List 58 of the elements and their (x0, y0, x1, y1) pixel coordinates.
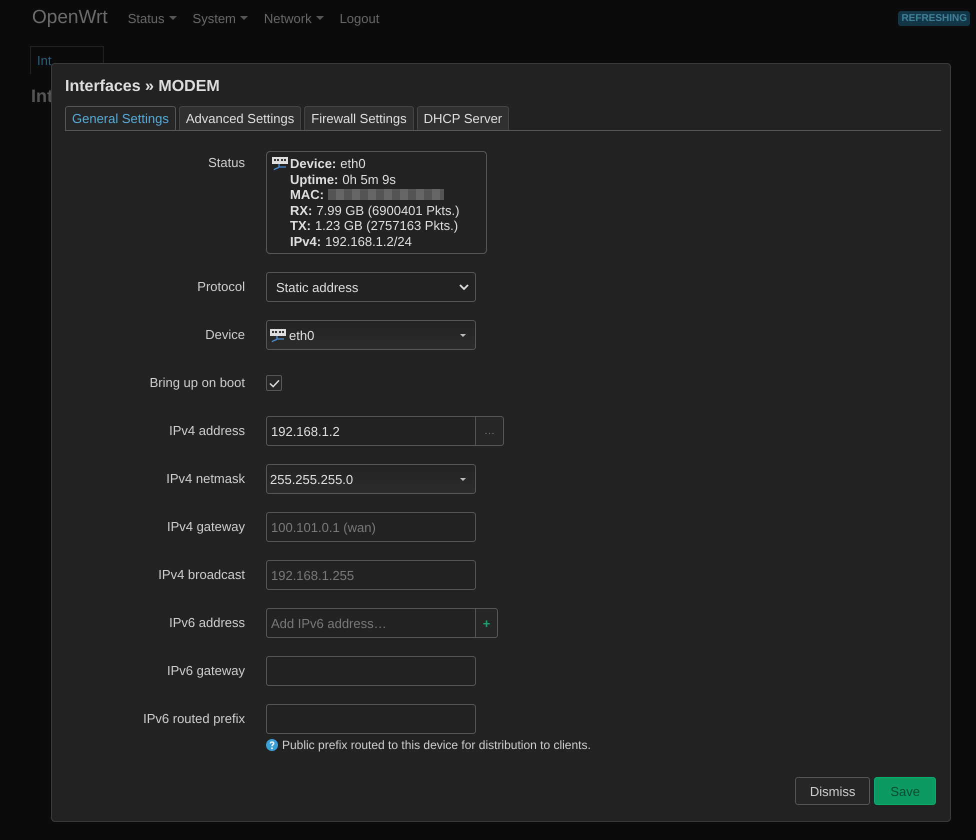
chevron-down-icon (459, 284, 469, 290)
tab[interactable]: General Settings (65, 106, 176, 130)
caret-icon (240, 16, 248, 20)
field-label: IPv6 gateway (166, 662, 245, 680)
tab[interactable]: Firewall Settings (304, 106, 414, 130)
checkbox[interactable] (266, 375, 282, 391)
network-port-icon (270, 328, 286, 342)
input-field[interactable] (266, 656, 476, 686)
status-label: RX: (290, 202, 312, 218)
input-field[interactable] (266, 704, 476, 734)
network-port-icon (272, 157, 288, 171)
status-label: IPv4: (290, 234, 322, 249)
addon-button[interactable]: + (476, 608, 498, 638)
netmask-dropdown[interactable]: 255.255.255.0 (266, 464, 476, 494)
caret-icon (168, 16, 177, 20)
input-field[interactable]: Add IPv6 address… (266, 608, 476, 638)
refreshing-badge: REFRESHING (898, 10, 970, 26)
caret-icon (460, 334, 466, 336)
brand-logo-text[interactable]: OpenWrt (32, 7, 108, 29)
input-field[interactable]: 192.168.1.2 (266, 416, 476, 446)
field-label: Device (204, 326, 245, 344)
menu-item[interactable]: Network (264, 10, 324, 26)
menu-item[interactable]: System (192, 10, 248, 26)
input-field[interactable]: 192.168.1.255 (266, 560, 476, 590)
field-label: IPv4 gateway (166, 518, 245, 536)
field-label: IPv4 broadcast (157, 566, 245, 584)
dialog-title: Interfaces » MODEM (65, 77, 221, 97)
status-value: 1.23 GB (2757163 Pkts.) (314, 218, 458, 234)
status-value: 192.168.1.2/24 (325, 234, 412, 249)
tab[interactable]: DHCP Server (416, 106, 510, 130)
status-value: 0h 5m 9s (342, 172, 396, 187)
field-label: Status (207, 154, 245, 172)
caret-icon (460, 478, 466, 480)
status-label: MAC: (290, 187, 324, 202)
status-value: 7.99 GB (6900401 Pkts.) (316, 202, 460, 218)
status-label: Uptime: (290, 172, 338, 187)
field-label: IPv6 address (168, 614, 245, 632)
checkmark-icon (268, 378, 280, 388)
protocol-select[interactable]: Static address (266, 272, 476, 302)
tab[interactable]: Advanced Settings (178, 106, 302, 130)
help-icon (266, 739, 278, 751)
field-label: IPv4 netmask (165, 470, 245, 488)
menu-item[interactable]: Status (128, 10, 177, 26)
status-value: eth0 (340, 156, 366, 172)
field-label: IPv6 routed prefix (142, 710, 245, 728)
input-field[interactable]: 100.101.0.1 (wan) (266, 512, 476, 542)
field-label: Protocol (196, 278, 245, 296)
caret-icon (316, 16, 324, 20)
background-heading: Int (31, 86, 53, 107)
field-label: Bring up on boot (148, 374, 245, 392)
field-label: IPv4 address (168, 422, 245, 440)
help-text: Public prefix routed to this device for distribution to clients. (282, 738, 591, 752)
menu-item[interactable]: Logout (340, 10, 380, 26)
addon-button[interactable]: … (476, 416, 504, 446)
status-label: TX: (290, 218, 311, 234)
device-dropdown[interactable]: eth0 (266, 320, 476, 350)
status-label: Device: (290, 156, 336, 172)
dismiss-button[interactable]: Dismiss (794, 777, 870, 805)
